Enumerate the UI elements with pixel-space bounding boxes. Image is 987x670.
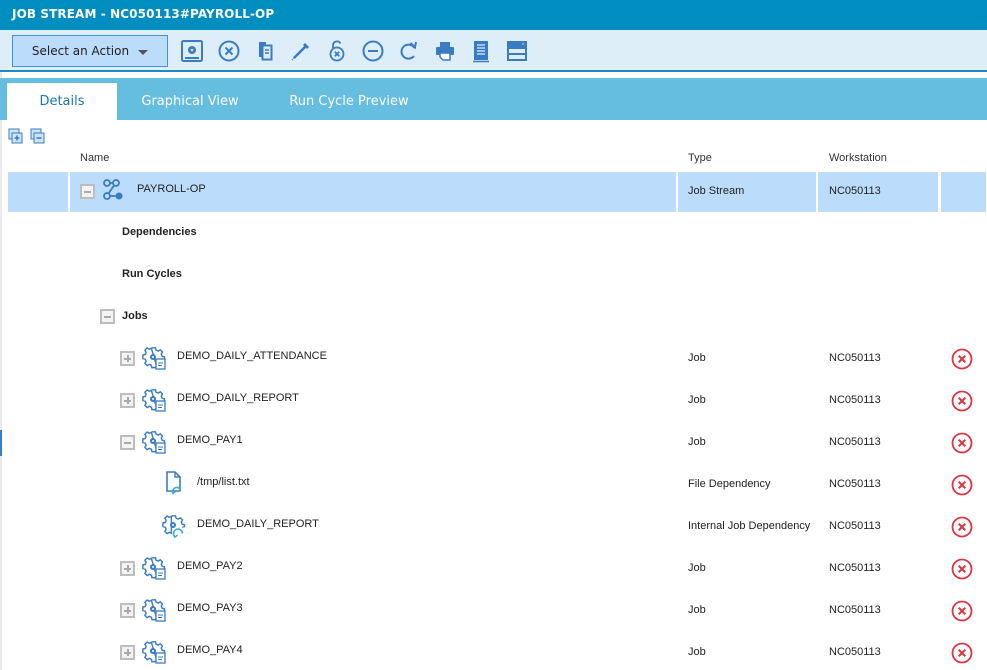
details-icon[interactable] [468, 38, 494, 64]
job-icon [142, 346, 166, 370]
job-name: DEMO_PAY2 [177, 560, 243, 572]
collapse-toggle[interactable] [80, 184, 95, 199]
submit-icon[interactable] [179, 38, 205, 64]
tab-run-cycle-preview[interactable]: Run Cycle Preview [270, 83, 428, 120]
row-type: Job [688, 604, 706, 616]
tree-row-dependencies[interactable]: Dependencies [0, 211, 987, 253]
job-name: DEMO_PAY4 [177, 644, 243, 656]
delete-icon[interactable] [951, 516, 973, 538]
cancel-icon[interactable] [216, 38, 242, 64]
unlock-icon[interactable] [324, 38, 350, 64]
delete-icon[interactable] [951, 390, 973, 412]
job-name: DEMO_DAILY_ATTENDANCE [177, 350, 327, 362]
delete-icon[interactable] [951, 600, 973, 622]
column-header-type[interactable]: Type [688, 152, 712, 164]
job-icon [142, 556, 166, 580]
job-dependency-row[interactable]: DEMO_DAILY_REPORT Internal Job Dependency… [0, 505, 987, 547]
job-row[interactable]: DEMO_PAY4 Job NC050113 [0, 631, 987, 670]
row-type: Job [688, 394, 706, 406]
job-row[interactable]: DEMO_PAY2 Job NC050113 [0, 547, 987, 589]
job-stream-name: PAYROLL-OP [137, 183, 206, 195]
job-name: DEMO_PAY1 [177, 434, 243, 446]
collapse-all-icon[interactable] [30, 128, 45, 144]
column-header-name[interactable]: Name [80, 152, 109, 164]
job-stream-icon [101, 178, 125, 202]
remove-icon[interactable] [360, 38, 386, 64]
expand-all-icon[interactable] [8, 128, 23, 144]
job-dependency-icon [162, 514, 186, 539]
row-type: Job [688, 562, 706, 574]
job-row[interactable]: DEMO_DAILY_REPORT Job NC050113 [0, 379, 987, 421]
tab-bar: Details Graphical View Run Cycle Preview [0, 78, 987, 120]
collapse-toggle[interactable] [120, 435, 135, 450]
refresh-icon[interactable] [396, 38, 422, 64]
window-title: JOB STREAM - NC050113#PAYROLL-OP [12, 7, 275, 21]
job-icon [142, 430, 166, 454]
select-action-dropdown[interactable]: Select an Action [12, 35, 168, 67]
tree-row-jobs[interactable]: Jobs [0, 295, 987, 337]
tab-details[interactable]: Details [7, 83, 117, 120]
delete-icon[interactable] [951, 348, 973, 370]
server-icon[interactable] [504, 38, 530, 64]
file-dependency-row[interactable]: /tmp/list.txt File Dependency NC050113 [0, 463, 987, 505]
expand-toggle[interactable] [120, 645, 135, 660]
copy-icon[interactable] [252, 38, 278, 64]
title-bar: JOB STREAM - NC050113#PAYROLL-OP [0, 0, 987, 30]
collapse-toggle[interactable] [100, 309, 115, 324]
edit-icon[interactable] [288, 38, 314, 64]
section-jobs: Jobs [122, 310, 148, 322]
row-workstation: NC050113 [829, 436, 881, 448]
job-stream-workstation: NC050113 [829, 185, 881, 197]
section-dependencies: Dependencies [122, 226, 197, 238]
delete-icon[interactable] [951, 558, 973, 580]
dependency-name: /tmp/list.txt [197, 476, 250, 488]
tree-row-run-cycles[interactable]: Run Cycles [0, 253, 987, 295]
job-row[interactable]: DEMO_PAY3 Job NC050113 [0, 589, 987, 631]
delete-icon[interactable] [951, 474, 973, 496]
row-type: Job [688, 646, 706, 658]
job-icon [142, 640, 166, 664]
job-row[interactable]: DEMO_PAY1 Job NC050113 [0, 421, 987, 463]
tab-graphical-view[interactable]: Graphical View [125, 83, 255, 120]
row-workstation: NC050113 [829, 646, 881, 658]
row-workstation: NC050113 [829, 562, 881, 574]
expand-toggle[interactable] [120, 603, 135, 618]
job-row[interactable]: DEMO_DAILY_ATTENDANCE Job NC050113 [0, 337, 987, 379]
select-action-label: Select an Action [31, 44, 130, 58]
row-type: Job [688, 352, 706, 364]
tree-row-root[interactable]: PAYROLL-OP Job Stream NC050113 [0, 170, 987, 212]
row-type: Job [688, 436, 706, 448]
job-stream-type: Job Stream [688, 185, 745, 197]
delete-icon[interactable] [951, 432, 973, 454]
print-icon[interactable] [432, 38, 458, 64]
expand-toggle[interactable] [120, 351, 135, 366]
job-icon [142, 388, 166, 412]
job-icon [142, 598, 166, 622]
job-name: DEMO_PAY3 [177, 602, 243, 614]
section-run-cycles: Run Cycles [122, 268, 182, 280]
dependency-name: DEMO_DAILY_REPORT [197, 518, 319, 530]
row-workstation: NC050113 [829, 520, 881, 532]
job-name: DEMO_DAILY_REPORT [177, 392, 299, 404]
expand-toggle[interactable] [120, 561, 135, 576]
chevron-down-icon [138, 49, 149, 55]
toolbar: Select an Action [0, 30, 987, 72]
delete-icon[interactable] [951, 642, 973, 664]
tree-tools [8, 128, 45, 146]
row-workstation: NC050113 [829, 604, 881, 616]
row-workstation: NC050113 [829, 394, 881, 406]
row-type: Internal Job Dependency [688, 520, 811, 532]
row-type: File Dependency [688, 478, 771, 490]
row-workstation: NC050113 [829, 478, 881, 490]
file-dependency-icon [162, 471, 186, 495]
row-workstation: NC050113 [829, 352, 881, 364]
column-header-workstation[interactable]: Workstation [829, 152, 887, 164]
expand-toggle[interactable] [120, 393, 135, 408]
